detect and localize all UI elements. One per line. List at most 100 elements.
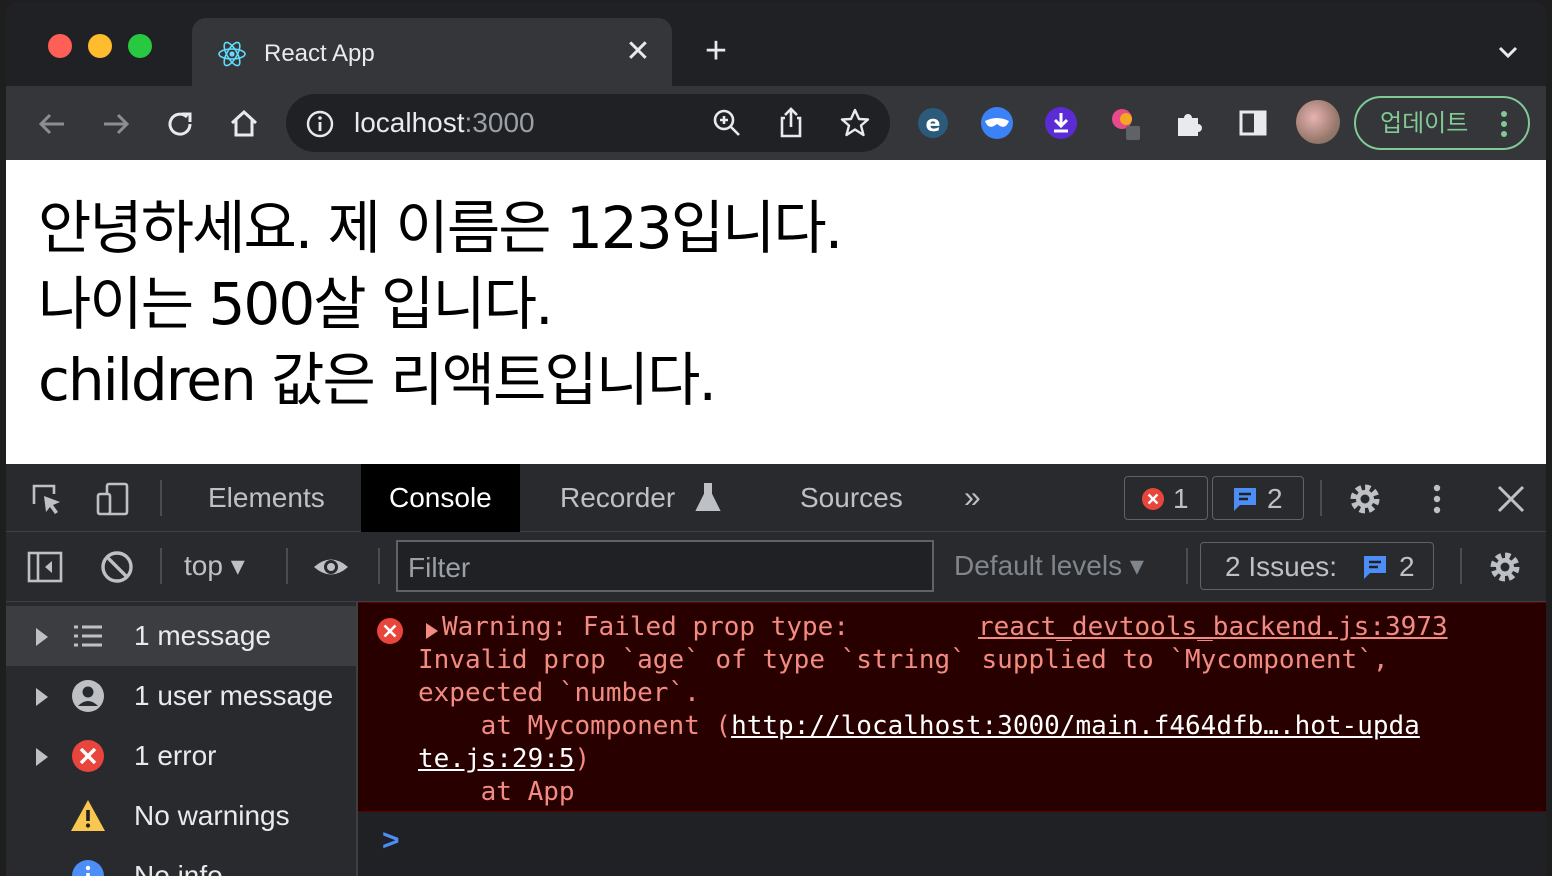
sidebar-item-label: No warnings	[134, 800, 290, 831]
live-expression-eye-icon[interactable]	[312, 548, 350, 586]
log-levels-dropdown[interactable]: Default levels ▾	[954, 550, 1144, 582]
forward-icon[interactable]	[96, 104, 136, 144]
url-text[interactable]: localhost:3000	[354, 107, 535, 139]
expand-caret-icon[interactable]	[426, 623, 438, 639]
stack-url-link[interactable]: http://localhost:3000/main.f464dfb….hot-…	[731, 711, 1420, 741]
url-port: :3000	[464, 107, 535, 138]
new-tab-button[interactable]: +	[698, 32, 734, 70]
stack-url-link-cont[interactable]: te.js:29:5	[418, 744, 575, 774]
extension-download-icon[interactable]	[1042, 104, 1080, 142]
expand-arrow-icon[interactable]	[36, 688, 48, 706]
sidebar-item-messages[interactable]: 1 message	[6, 606, 356, 666]
error-icon	[72, 740, 104, 772]
extension-color-icon[interactable]	[1106, 104, 1144, 142]
more-options-icon[interactable]	[1418, 480, 1456, 518]
zoom-icon[interactable]	[710, 106, 744, 140]
sidebar-toggle-icon[interactable]	[26, 548, 64, 586]
children-line: children 값은 리액트입니다.	[38, 346, 717, 414]
error-line-6: at App	[418, 777, 575, 807]
separator	[1320, 480, 1322, 516]
react-logo-icon	[218, 41, 246, 67]
address-bar[interactable]: localhost:3000	[286, 94, 890, 152]
minimize-window-button[interactable]	[88, 34, 112, 58]
device-toolbar-icon[interactable]	[94, 480, 132, 518]
tab-recorder[interactable]: Recorder	[532, 464, 703, 532]
url-host: localhost	[354, 107, 465, 138]
sidebar-item-label: 1 message	[134, 620, 271, 651]
tab-close-icon[interactable]: ✕	[622, 36, 654, 68]
list-icon	[74, 625, 102, 647]
separator	[378, 548, 380, 584]
expand-arrow-icon[interactable]	[36, 748, 48, 766]
error-line-3: expected `number`.	[418, 678, 700, 708]
context-label: top	[184, 550, 223, 581]
error-count: 1	[1173, 483, 1189, 514]
browser-toolbar: localhost:3000 e 업데이트	[6, 86, 1546, 160]
update-button-label: 업데이트	[1380, 110, 1469, 137]
settings-gear-icon[interactable]	[1346, 480, 1384, 518]
svg-text:e: e	[926, 112, 941, 137]
extension-e-icon[interactable]: e	[914, 104, 952, 142]
console-toolbar: top ▾ Filter Default levels ▾ 2 Issues: …	[6, 532, 1546, 602]
update-button[interactable]: 업데이트	[1354, 96, 1530, 150]
clear-console-icon[interactable]	[98, 548, 136, 586]
side-panel-icon[interactable]	[1234, 104, 1272, 142]
extensions-icon[interactable]	[1170, 104, 1208, 142]
reload-icon[interactable]	[160, 104, 200, 144]
close-devtools-icon[interactable]	[1492, 480, 1530, 518]
share-icon[interactable]	[774, 106, 808, 140]
back-icon[interactable]	[32, 104, 72, 144]
error-line-5: te.js:29:5)	[418, 743, 590, 776]
issues-message-icon	[1364, 556, 1386, 579]
site-info-icon[interactable]	[304, 108, 336, 140]
stack-suffix: )	[574, 744, 591, 774]
more-tabs-icon[interactable]: »	[936, 464, 1009, 532]
levels-label: Default levels	[954, 550, 1123, 581]
sidebar-item-info[interactable]: No info	[6, 846, 356, 876]
sidebar-item-warnings[interactable]: No warnings	[6, 786, 356, 846]
error-line-4: at Mycomponent (http://localhost:3000/ma…	[418, 710, 1420, 743]
devtools-tab-bar: Elements Console Recorder Sources » 1 2	[6, 464, 1546, 532]
flask-icon	[695, 483, 721, 511]
console-prompt-icon[interactable]: >	[382, 824, 400, 858]
message-count-badge[interactable]: 2	[1212, 476, 1304, 520]
issues-button[interactable]: 2 Issues: 2	[1200, 542, 1434, 590]
tab-sources[interactable]: Sources	[772, 464, 931, 532]
separator	[286, 548, 288, 584]
browser-window: React App ✕ + localhost:3000 e 업데이트 안녕하세…	[6, 2, 1546, 876]
close-window-button[interactable]	[48, 34, 72, 58]
extension-mask-icon[interactable]	[978, 104, 1016, 142]
context-selector[interactable]: top ▾	[184, 550, 245, 582]
error-line-1: Warning: Failed prop type:	[442, 612, 849, 642]
console-output: Warning: Failed prop type: react_devtool…	[358, 602, 1546, 876]
bookmark-star-icon[interactable]	[838, 106, 872, 140]
maximize-window-button[interactable]	[128, 34, 152, 58]
separator	[160, 548, 162, 584]
error-icon	[377, 618, 403, 644]
separator	[160, 480, 162, 516]
sidebar-item-label: 1 user message	[134, 680, 334, 711]
profile-avatar[interactable]	[1296, 100, 1340, 144]
age-line: 나이는 500살 입니다.	[38, 270, 554, 338]
message-icon	[1234, 488, 1256, 511]
sidebar-item-user-messages[interactable]: 1 user message	[6, 666, 356, 726]
home-icon[interactable]	[224, 104, 264, 144]
tab-react-app[interactable]: React App ✕	[192, 18, 672, 86]
filter-input[interactable]: Filter	[396, 540, 934, 592]
console-error-message[interactable]: Warning: Failed prop type: react_devtool…	[358, 602, 1546, 812]
error-count-badge[interactable]: 1	[1124, 476, 1208, 520]
tab-elements[interactable]: Elements	[180, 464, 353, 532]
error-source-link[interactable]: react_devtools_backend.js:3973	[978, 611, 1448, 644]
tab-title: React App	[264, 40, 375, 67]
error-line-2: Invalid prop `age` of type `string` supp…	[418, 645, 1389, 675]
inspect-element-icon[interactable]	[28, 480, 66, 518]
sidebar-item-errors[interactable]: 1 error	[6, 726, 356, 786]
separator	[1186, 548, 1188, 584]
more-vertical-icon[interactable]	[1500, 110, 1508, 138]
expand-arrow-icon[interactable]	[36, 628, 48, 646]
tab-console[interactable]: Console	[361, 464, 520, 532]
filter-placeholder: Filter	[408, 552, 471, 583]
tab-search-chevron-icon[interactable]	[1494, 38, 1522, 66]
console-settings-gear-icon[interactable]	[1486, 548, 1524, 586]
stack-prefix: at Mycomponent (	[418, 711, 732, 741]
